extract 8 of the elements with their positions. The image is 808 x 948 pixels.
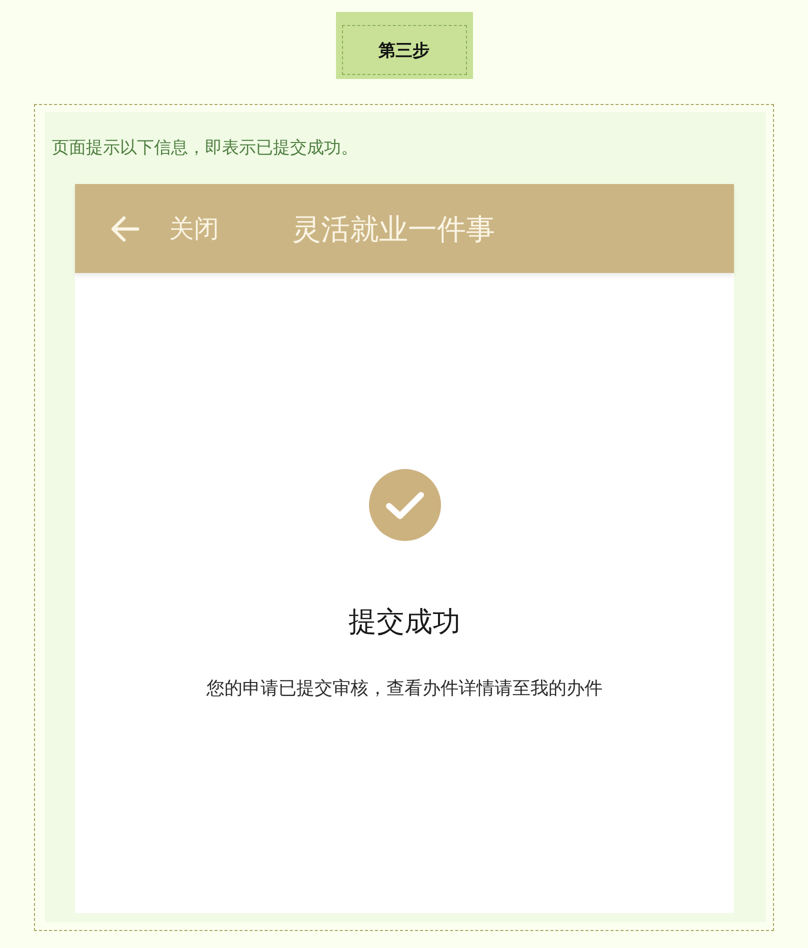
result-message: 您的申请已提交审核，查看办件详情请至我的办件 bbox=[206, 677, 602, 701]
close-button[interactable]: 关闭 bbox=[111, 212, 219, 244]
step-label: 第三步 bbox=[342, 25, 466, 75]
result-title: 提交成功 bbox=[348, 605, 460, 639]
back-arrow-icon bbox=[111, 216, 139, 242]
success-check-icon bbox=[368, 469, 440, 541]
instruction-text: 页面提示以下信息，即表示已提交成功。 bbox=[52, 137, 359, 160]
header-title: 灵活就业一件事 bbox=[292, 210, 495, 246]
